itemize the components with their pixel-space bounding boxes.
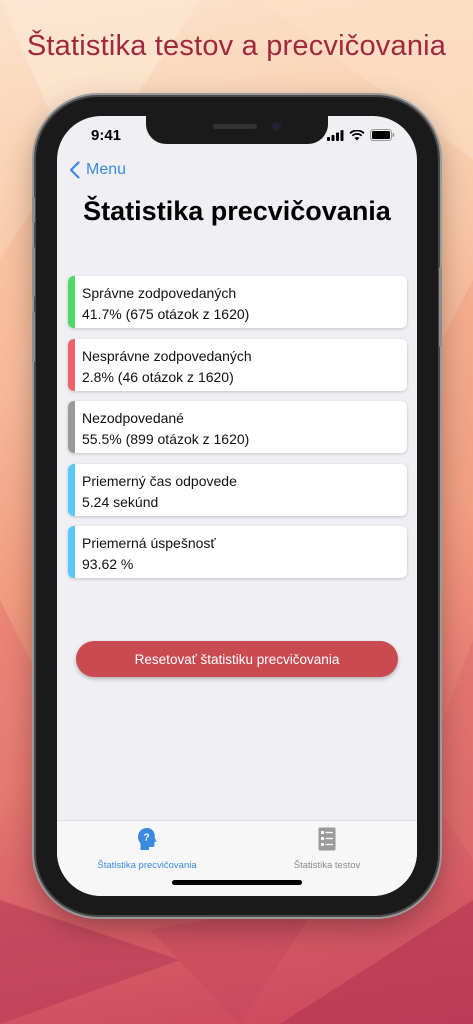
status-time: 9:41 [91,127,122,144]
tab-label: Štatistika testov [293,860,361,871]
stats-list: Správne zodpovedaných 41.7% (675 otázok … [68,276,407,589]
back-button[interactable]: Menu [69,161,126,179]
stat-color-bar [68,526,75,578]
page-title: Štatistika precvičovania [83,196,391,226]
signal-icon [327,129,344,141]
svg-text:?: ? [143,833,149,844]
phone-frame: 9:41 Menu Štatistika precvičovania Správ… [32,97,442,915]
stat-color-bar [68,276,75,328]
list-document-icon [318,827,336,851]
stat-color-bar [68,463,75,516]
speaker [213,124,257,129]
stat-color-bar [68,401,75,453]
stat-value: 2.8% (46 otázok z 1620) [82,368,234,385]
stat-card-avg-time: Priemerný čas odpovede 5.24 sekúnd [68,463,407,516]
wifi-icon [349,129,365,140]
tab-practice-stats[interactable]: ? Štatistika precvičovania [57,827,237,871]
volume-up-button [32,247,35,297]
stat-label: Priemerný čas odpovede [82,472,237,489]
silent-switch [32,197,35,223]
stat-label: Nesprávne zodpovedaných [82,347,252,364]
stat-value: 5.24 sekúnd [82,493,159,510]
stat-card-correct: Správne zodpovedaných 41.7% (675 otázok … [68,276,407,328]
stat-value: 41.7% (675 otázok z 1620) [82,306,250,322]
tab-label: Štatistika precvičovania [97,860,197,871]
stat-label: Nezodpovedané [82,410,184,426]
home-indicator[interactable] [172,880,302,885]
notch [146,116,328,144]
stat-label: Správne zodpovedaných [82,285,237,301]
head-question-icon: ? [138,828,157,850]
stat-card-avg-success: Priemerná úspešnosť 93.62 % [68,526,407,578]
volume-down-button [32,312,35,362]
stat-color-bar [68,338,75,391]
stat-value: 55.5% (899 otázok z 1620) [82,431,250,447]
stat-label: Priemerná úspešnosť [82,535,216,551]
stat-card-incorrect: Nesprávne zodpovedaných 2.8% (46 otázok … [68,338,407,391]
back-label: Menu [86,161,127,178]
stat-card-unanswered: Nezodpovedané 55.5% (899 otázok z 1620) [68,401,407,453]
reset-stats-button[interactable]: Resetovať štatistiku precvičovania [76,641,398,677]
promo-title: Štatistika testov a precvičovania [26,30,447,62]
app-screen: 9:41 Menu Štatistika precvičovania Správ… [57,116,417,896]
power-button [439,267,442,347]
status-icons [327,129,395,141]
camera [272,122,281,131]
chevron-left-icon [69,161,80,179]
battery-icon [370,129,395,141]
tab-test-stats[interactable]: Štatistika testov [237,827,417,871]
stat-value: 93.62 % [82,556,134,572]
